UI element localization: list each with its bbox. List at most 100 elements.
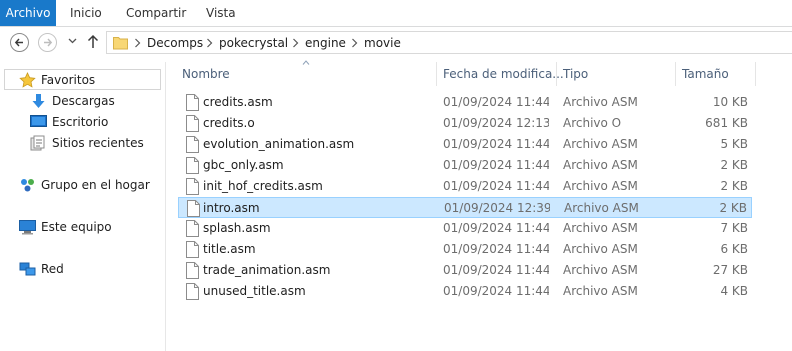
file-size: 681 KB xyxy=(705,116,748,130)
file-type: Archivo ASM xyxy=(563,221,638,235)
breadcrumb-separator-icon[interactable] xyxy=(134,37,141,49)
nav-label: Sitios recientes xyxy=(52,136,144,150)
file-size: 2 KB xyxy=(719,201,747,215)
nav-label: Grupo en el hogar xyxy=(41,178,150,192)
address-row: Decomps pokecrystal engine movie xyxy=(0,27,792,59)
file-size: 6 KB xyxy=(720,242,748,256)
file-size: 5 KB xyxy=(720,137,748,151)
file-type: Archivo O xyxy=(563,116,622,130)
file-row[interactable]: credits.asm 01/09/2024 11:44 a... Archivo … xyxy=(178,92,752,113)
navigation-pane: Favoritos Descargas Escritorio Sitios re… xyxy=(0,62,166,351)
file-name: splash.asm xyxy=(203,221,271,235)
breadcrumb-engine[interactable]: engine xyxy=(305,36,346,50)
nav-label: Este equipo xyxy=(41,220,112,234)
file-icon xyxy=(186,157,199,177)
tab-archivo[interactable]: Archivo xyxy=(0,0,56,26)
tab-vista[interactable]: Vista xyxy=(206,0,236,26)
column-divider[interactable] xyxy=(556,62,557,86)
tab-compartir[interactable]: Compartir xyxy=(126,0,186,26)
file-date: 01/09/2024 11:44 a... xyxy=(443,221,549,235)
file-row[interactable]: intro.asm 01/09/2024 12:39 ... Archivo ASM… xyxy=(178,197,752,218)
file-name: credits.asm xyxy=(203,95,273,109)
file-icon xyxy=(186,220,199,240)
star-icon xyxy=(19,72,36,88)
file-row[interactable]: evolution_animation.asm 01/09/2024 11:44 … xyxy=(178,134,752,155)
file-date: 01/09/2024 11:44 a... xyxy=(443,284,549,298)
file-type: Archivo ASM xyxy=(563,284,638,298)
file-icon xyxy=(186,178,199,198)
forward-button[interactable] xyxy=(38,33,57,52)
file-icon xyxy=(186,115,199,135)
file-name: title.asm xyxy=(203,242,256,256)
file-icon xyxy=(186,262,199,282)
column-divider[interactable] xyxy=(436,62,437,86)
breadcrumb-pokecrystal[interactable]: pokecrystal xyxy=(219,36,288,50)
arrow-left-icon xyxy=(14,38,23,47)
address-bar[interactable]: Decomps pokecrystal engine movie xyxy=(106,31,792,54)
file-name: init_hof_credits.asm xyxy=(203,179,323,193)
file-icon xyxy=(186,136,199,156)
file-type: Archivo ASM xyxy=(563,95,638,109)
file-size: 10 KB xyxy=(712,95,748,109)
column-divider[interactable] xyxy=(755,62,756,86)
recent-locations-chevron-icon[interactable] xyxy=(68,38,77,44)
breadcrumb-separator-icon[interactable] xyxy=(292,37,299,49)
column-header-size[interactable]: Tamaño xyxy=(682,62,729,86)
file-row[interactable]: splash.asm 01/09/2024 11:44 a... Archivo A… xyxy=(178,218,752,239)
file-icon xyxy=(187,200,200,220)
file-type: Archivo ASM xyxy=(563,242,638,256)
file-type: Archivo ASM xyxy=(563,263,638,277)
tab-inicio[interactable]: Inicio xyxy=(70,0,102,26)
up-arrow-icon[interactable] xyxy=(87,34,99,49)
file-date: 01/09/2024 11:44 a... xyxy=(443,263,549,277)
file-row[interactable]: unused_title.asm 01/09/2024 11:44 a... Arc… xyxy=(178,281,752,302)
file-date: 01/09/2024 11:44 a... xyxy=(443,137,549,151)
file-name: evolution_animation.asm xyxy=(203,137,355,151)
file-type: Archivo ASM xyxy=(563,158,638,172)
network-icon xyxy=(19,262,36,276)
file-date: 01/09/2024 11:44 a... xyxy=(443,242,549,256)
recent-places-icon xyxy=(30,135,45,151)
download-icon xyxy=(32,94,45,108)
file-size: 2 KB xyxy=(720,179,748,193)
file-date: 01/09/2024 11:44 a... xyxy=(443,95,549,109)
breadcrumb-movie[interactable]: movie xyxy=(364,36,401,50)
file-row[interactable]: gbc_only.asm 01/09/2024 11:44 a... Archivo… xyxy=(178,155,752,176)
breadcrumb-decomps[interactable]: Decomps xyxy=(147,36,203,50)
nav-label: Descargas xyxy=(52,94,115,108)
file-type: Archivo ASM xyxy=(563,179,638,193)
back-button[interactable] xyxy=(10,33,29,52)
ribbon: Archivo Inicio Compartir Vista xyxy=(0,0,792,27)
column-header-name[interactable]: Nombre xyxy=(182,62,230,86)
file-name: unused_title.asm xyxy=(203,284,306,298)
column-header-type[interactable]: Tipo xyxy=(563,62,588,86)
file-icon xyxy=(186,94,199,114)
nav-label: Red xyxy=(41,262,64,276)
file-name: gbc_only.asm xyxy=(203,158,284,172)
file-date: 01/09/2024 11:44 a... xyxy=(443,179,549,193)
file-name: intro.asm xyxy=(203,201,260,215)
file-name: trade_animation.asm xyxy=(203,263,331,277)
file-name: credits.o xyxy=(203,116,255,130)
sort-ascending-icon xyxy=(302,60,310,65)
breadcrumb-separator-icon[interactable] xyxy=(206,37,213,49)
file-size: 27 KB xyxy=(712,263,748,277)
nav-label: Favoritos xyxy=(41,73,96,87)
arrow-right-icon xyxy=(44,38,53,47)
folder-icon xyxy=(113,37,128,50)
file-date: 01/09/2024 12:13 ... xyxy=(443,116,549,130)
column-header-date[interactable]: Fecha de modifica... xyxy=(443,62,564,86)
file-size: 4 KB xyxy=(720,284,748,298)
homegroup-icon xyxy=(21,179,34,192)
file-row[interactable]: credits.o 01/09/2024 12:13 ... Archivo O 68… xyxy=(178,113,752,134)
breadcrumb-separator-icon[interactable] xyxy=(351,37,358,49)
nav-label: Escritorio xyxy=(52,115,109,129)
file-date: 01/09/2024 12:39 ... xyxy=(444,201,550,215)
file-row[interactable]: init_hof_credits.asm 01/09/2024 11:44 a..… xyxy=(178,176,752,197)
computer-icon xyxy=(19,220,36,235)
file-row[interactable]: trade_animation.asm 01/09/2024 11:44 a...… xyxy=(178,260,752,281)
column-divider[interactable] xyxy=(675,62,676,86)
desktop-icon xyxy=(30,115,47,127)
file-row[interactable]: title.asm 01/09/2024 11:44 a... Archivo AS… xyxy=(178,239,752,260)
file-size: 7 KB xyxy=(720,221,748,235)
